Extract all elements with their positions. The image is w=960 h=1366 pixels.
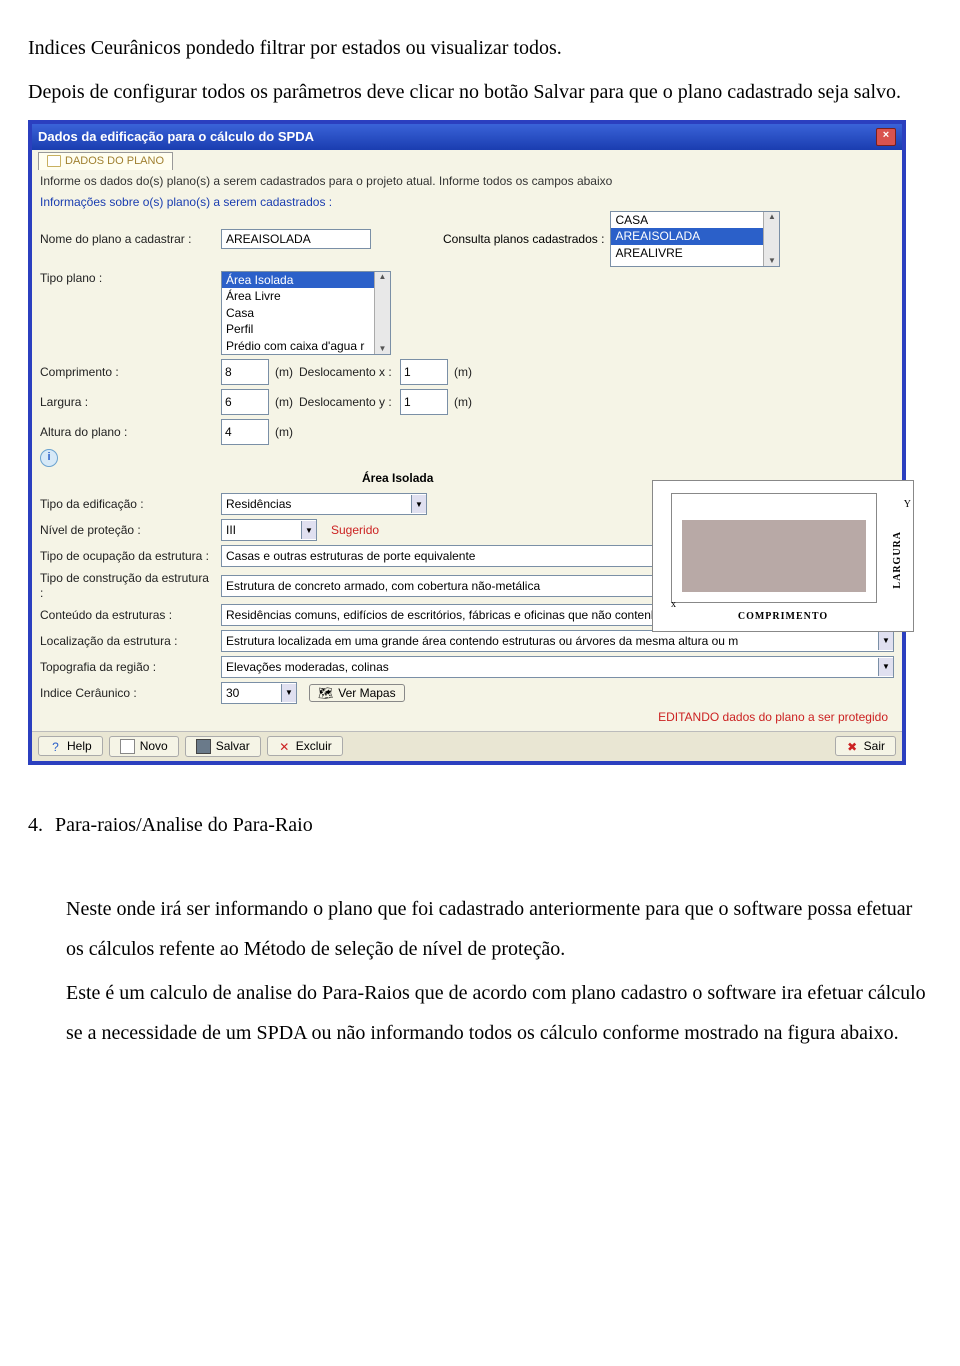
tab-label: DADOS DO PLANO (65, 155, 164, 167)
section-4-p1: Neste onde irá ser informando o plano qu… (66, 889, 932, 969)
section-4: 4. Para-raios/Analise do Para-Raio Neste … (28, 805, 932, 1053)
scrollbar[interactable]: ▲▼ (763, 212, 779, 266)
salvar-button[interactable]: Salvar (185, 736, 261, 757)
tipo-edif-select[interactable]: Residências ▼ (221, 493, 427, 515)
info-icon[interactable]: i (40, 449, 58, 467)
chevron-down-icon: ▼ (878, 632, 893, 650)
chevron-down-icon: ▼ (878, 658, 893, 676)
paragraph-1: Indices Ceurânicos pondedo filtrar por e… (28, 28, 932, 68)
label-tipo-ocup: Tipo de ocupação da estrutura : (40, 549, 215, 563)
tipo-listbox[interactable]: Área Isolada Área Livre Casa Perfil Préd… (221, 271, 391, 355)
button-label: Sair (864, 739, 885, 753)
help-icon: ? (49, 740, 62, 753)
chevron-down-icon: ▼ (301, 521, 316, 539)
exit-icon: ✖ (846, 740, 859, 753)
delete-icon: ✕ (278, 740, 291, 753)
map-icon: 🗺 (318, 686, 333, 700)
label-conteudo: Conteúdo da estruturas : (40, 608, 215, 622)
section-4-p2: Este é um calculo de analise do Para-Rai… (66, 973, 932, 1053)
help-button[interactable]: ? Help (38, 736, 103, 756)
list-item[interactable]: Prédio com caixa d'agua r (222, 338, 390, 354)
paragraph-2: Depois de configurar todos os parâmetros… (28, 72, 932, 112)
chevron-down-icon: ▼ (411, 495, 426, 513)
section-title: Para-raios/Analise do Para-Raio (55, 814, 313, 836)
unit: (m) (454, 365, 472, 379)
desloc-y-input[interactable] (400, 389, 448, 415)
desloc-x-input[interactable] (400, 359, 448, 385)
comprimento-input[interactable] (221, 359, 269, 385)
localizacao-select[interactable]: Estrutura localizada em uma grande área … (221, 630, 894, 652)
spda-dialog: Dados da edificação para o cálculo do SP… (28, 120, 906, 765)
button-bar: ? Help Novo Salvar ✕ Excluir ✖ Sair (32, 731, 902, 761)
dialog-titlebar: Dados da edificação para o cálculo do SP… (32, 124, 902, 150)
select-value: Casas e outras estruturas de porte equiv… (226, 549, 475, 563)
dialog-instruction: Informe os dados do(s) plano(s) a serem … (32, 170, 902, 190)
button-label: Novo (140, 739, 168, 753)
button-label: Salvar (216, 739, 250, 753)
button-label: Help (67, 739, 92, 753)
select-value: III (226, 523, 236, 537)
excluir-button[interactable]: ✕ Excluir (267, 736, 343, 756)
group-header: Informações sobre o(s) plano(s) a serem … (32, 191, 902, 209)
label-desloc-x: Deslocamento x : (299, 365, 394, 379)
topografia-select[interactable]: Elevações moderadas, colinas ▼ (221, 656, 894, 678)
select-value: Elevações moderadas, colinas (226, 660, 389, 674)
label-nome: Nome do plano a cadastrar : (40, 232, 215, 246)
chevron-down-icon: ▼ (281, 684, 296, 702)
label-desloc-y: Deslocamento y : (299, 395, 394, 409)
button-label: Ver Mapas (338, 686, 395, 700)
diagram-preview: Y x LARGURA COMPRIMENTO (652, 480, 914, 632)
nome-input[interactable] (221, 229, 371, 249)
list-item[interactable]: CASA (611, 212, 779, 228)
label-tipo: Tipo plano : (40, 271, 215, 285)
altura-input[interactable] (221, 419, 269, 445)
diagram-comprimento-label: COMPRIMENTO (653, 607, 913, 627)
list-item[interactable]: Perfil (222, 321, 390, 337)
label-nivel: Nível de proteção : (40, 523, 215, 537)
close-icon[interactable]: × (876, 128, 896, 146)
diagram-y-label: Y (904, 495, 911, 515)
new-icon (120, 739, 135, 754)
status-editando: EDITANDO dados do plano a ser protegido (32, 706, 902, 730)
dialog-title: Dados da edificação para o cálculo do SP… (38, 129, 314, 145)
tab-dados-plano[interactable]: DADOS DO PLANO (38, 152, 173, 170)
folder-icon (47, 155, 61, 167)
save-icon (196, 739, 211, 754)
unit: (m) (275, 395, 293, 409)
label-topografia: Topografia da região : (40, 660, 215, 674)
indice-select[interactable]: 30 ▼ (221, 682, 297, 704)
scrollbar[interactable]: ▲▼ (374, 272, 390, 354)
unit: (m) (275, 365, 293, 379)
sugerido-label: Sugerido (331, 523, 379, 537)
label-indice: Indice Cerâunico : (40, 686, 215, 700)
label-comprimento: Comprimento : (40, 365, 215, 379)
section-number: 4. (28, 814, 43, 836)
consulta-listbox[interactable]: CASA AREAISOLADA AREALIVRE ▲▼ (610, 211, 780, 267)
ver-mapas-button[interactable]: 🗺 Ver Mapas (309, 684, 405, 702)
sair-button[interactable]: ✖ Sair (835, 736, 896, 756)
list-item[interactable]: AREAISOLADA (611, 228, 779, 244)
list-item[interactable]: Casa (222, 305, 390, 321)
novo-button[interactable]: Novo (109, 736, 179, 757)
select-value: Estrutura de concreto armado, com cobert… (226, 579, 540, 593)
unit: (m) (454, 395, 472, 409)
list-item[interactable]: AREALIVRE (611, 245, 779, 261)
label-consulta: Consulta planos cadastrados : (443, 232, 604, 246)
select-value: Residências (226, 497, 291, 511)
label-localizacao: Localização da estrutura : (40, 634, 215, 648)
list-item[interactable]: Área Isolada (222, 272, 390, 288)
label-tipo-constr: Tipo de construção da estrutura : (40, 571, 215, 600)
button-label: Excluir (296, 739, 332, 753)
nivel-select[interactable]: III ▼ (221, 519, 317, 541)
list-item[interactable]: Área Livre (222, 288, 390, 304)
unit: (m) (275, 425, 293, 439)
label-largura: Largura : (40, 395, 215, 409)
label-tipo-edif: Tipo da edificação : (40, 497, 215, 511)
diagram-largura-label: LARGURA (888, 531, 908, 589)
select-value: 30 (226, 686, 239, 700)
largura-input[interactable] (221, 389, 269, 415)
select-value: Estrutura localizada em uma grande área … (226, 634, 738, 648)
label-altura: Altura do plano : (40, 425, 215, 439)
